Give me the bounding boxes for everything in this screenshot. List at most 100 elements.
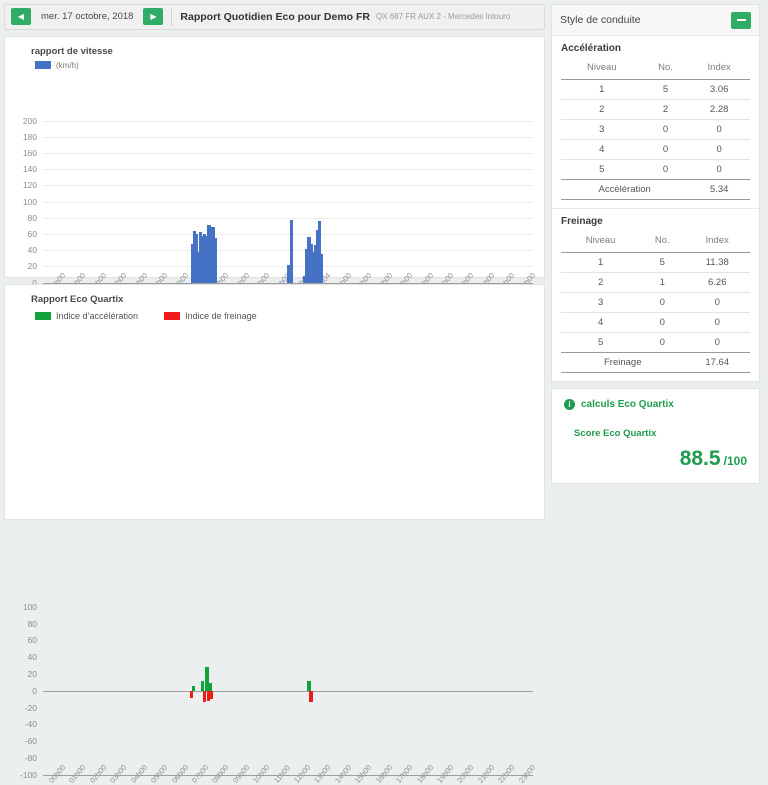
speed-chart-panel: rapport de vitesse (km/h) 0 20 40 60 80 100 12… <box>4 35 545 292</box>
cell-no: 0 <box>642 119 689 140</box>
table-row: 300 <box>561 292 750 313</box>
x-axis-tick: 09h00 <box>230 762 252 785</box>
y-axis-tick: 60 <box>27 635 37 646</box>
y-axis-tick: -80 <box>24 752 37 763</box>
x-axis-tick: 19h00 <box>434 762 456 785</box>
cell-index: 0 <box>688 119 750 140</box>
cell-index: 0 <box>688 159 750 180</box>
cell-niveau: 1 <box>561 252 641 273</box>
left-column: ◀ mer. 17 octobre, 2018 ▶ Rapport Quotid… <box>4 4 545 784</box>
gridline <box>43 217 533 219</box>
table-total-row: Freinage 17.64 <box>561 352 750 373</box>
cell-niveau: 5 <box>561 332 641 353</box>
legend-item: Indice d’accélération <box>35 311 138 321</box>
y-axis-tick: 0 <box>32 685 37 696</box>
right-column: Style de conduite Accélération Niveau No… <box>551 4 760 520</box>
gridline <box>43 623 533 625</box>
gridline <box>43 250 533 252</box>
score-value: 88.5 <box>679 447 721 470</box>
braking-table: Niveau No. Index 1 5 11.38 2 1 6.26 3 0 0 4 0 0 5 0 0 F… <box>561 231 750 373</box>
total-label: Freinage <box>561 352 685 373</box>
table-row: 400 <box>561 139 750 160</box>
x-axis-tick: 21h00 <box>475 762 497 785</box>
cell-niveau: 3 <box>561 119 643 140</box>
legend-swatch-acceleration <box>35 311 51 320</box>
chart-bar <box>290 220 294 283</box>
header-divider <box>171 7 173 26</box>
x-axis-tick: 02h00 <box>87 762 109 785</box>
gridline <box>43 640 533 642</box>
x-axis-tick: 06h00 <box>169 762 190 785</box>
x-axis-tick: 13h00 <box>312 762 333 785</box>
y-axis-tick: 20 <box>27 668 37 679</box>
x-axis-tick: 15h00 <box>353 762 374 785</box>
gridline <box>43 690 533 692</box>
x-axis-tick: 22h00 <box>496 762 517 785</box>
x-axis-tick: 01h00 <box>67 762 88 785</box>
cell-niveau: 2 <box>561 99 643 120</box>
collapse-button[interactable] <box>731 11 751 29</box>
y-axis-tick: 60 <box>27 228 37 239</box>
cell-index: 0 <box>684 332 750 353</box>
x-axis-tick: 10h00 <box>251 762 272 785</box>
y-axis-tick: 160 <box>22 147 37 158</box>
gridline <box>43 724 533 726</box>
cell-niveau: 4 <box>561 139 643 160</box>
next-day-button[interactable]: ▶ <box>143 8 164 26</box>
x-axis-tick: 23h00 <box>516 762 537 785</box>
cell-no: 0 <box>640 292 685 313</box>
cell-niveau: 1 <box>561 79 643 100</box>
gridline <box>43 673 533 675</box>
gridline <box>43 657 533 659</box>
gridline <box>43 185 533 187</box>
table-row: 1 5 11.38 <box>561 252 750 273</box>
report-page: ◀ mer. 17 octobre, 2018 ▶ Rapport Quotid… <box>0 0 768 784</box>
chart-bar <box>208 683 212 691</box>
y-axis-tick: 40 <box>27 652 37 663</box>
table-row: 2 1 6.26 <box>561 272 750 293</box>
chart-bar <box>201 680 205 691</box>
legend-label: (km/h) <box>56 60 79 70</box>
acceleration-table-body: 1 5 3.06 2 2 2.28 3 0 0 4 0 0 5 0 0 Accélération 5.34 <box>561 79 750 200</box>
eco-chart-plot: 100 80 60 40 20 0 -20 -40 -60 -80 -100 00h00 01h00 02… <box>20 602 537 785</box>
gridline <box>43 152 533 154</box>
y-axis-tick: 40 <box>27 245 37 256</box>
column-header-no: No. <box>654 235 670 246</box>
column-header-niveau: Niveau <box>585 235 616 246</box>
table-row: 300 <box>561 119 750 140</box>
y-axis-tick: -20 <box>24 702 37 713</box>
table-row: 1 5 3.06 <box>561 79 750 100</box>
chevron-right-icon: ▶ <box>150 11 157 21</box>
driving-style-title: Style de conduite <box>560 14 641 26</box>
y-axis-tick: 80 <box>27 212 37 223</box>
column-header-niveau: Niveau <box>587 62 617 73</box>
braking-table-body: 1 5 11.38 2 1 6.26 3 0 0 4 0 0 5 0 0 Freinage 17.64 <box>561 252 750 373</box>
cell-no: 0 <box>640 312 685 333</box>
eco-calculation-link[interactable]: i calculs Eco Quartix <box>564 399 747 410</box>
eco-chart-legend: Indice d’accélération Indice de freinage <box>35 311 257 321</box>
legend-swatch-kmh <box>35 61 51 70</box>
gridline <box>43 136 533 138</box>
gridline <box>43 169 533 171</box>
y-axis-tick: 100 <box>22 601 37 612</box>
table-row: 400 <box>561 312 750 333</box>
x-axis-tick: 03h00 <box>108 762 129 785</box>
previous-day-button[interactable]: ◀ <box>11 8 31 26</box>
acceleration-title: Accélération <box>561 43 622 54</box>
cell-no: 0 <box>642 159 689 180</box>
x-axis-tick: 18h00 <box>414 762 435 785</box>
y-axis-tick: -40 <box>24 719 37 730</box>
column-header-index: Index <box>707 62 731 73</box>
y-axis-tick: 140 <box>22 164 37 175</box>
gridline <box>43 201 533 203</box>
cell-no: 1 <box>640 272 685 293</box>
legend-swatch-braking <box>164 311 181 320</box>
legend-label: Indice d’accélération <box>56 310 139 321</box>
braking-title: Freinage <box>561 216 603 227</box>
info-icon: i <box>564 399 575 410</box>
speed-chart-plot: 0 20 40 60 80 100 120 140 160 180 200 00h00 01h00 02h… <box>23 116 537 293</box>
x-axis-tick: 05h00 <box>149 762 170 785</box>
cell-niveau: 3 <box>561 292 641 313</box>
table-row: 2 2 2.28 <box>561 99 750 120</box>
vehicle-subtitle: QX 687 FR AUX 2 - Mercedes Intouro <box>376 12 511 22</box>
